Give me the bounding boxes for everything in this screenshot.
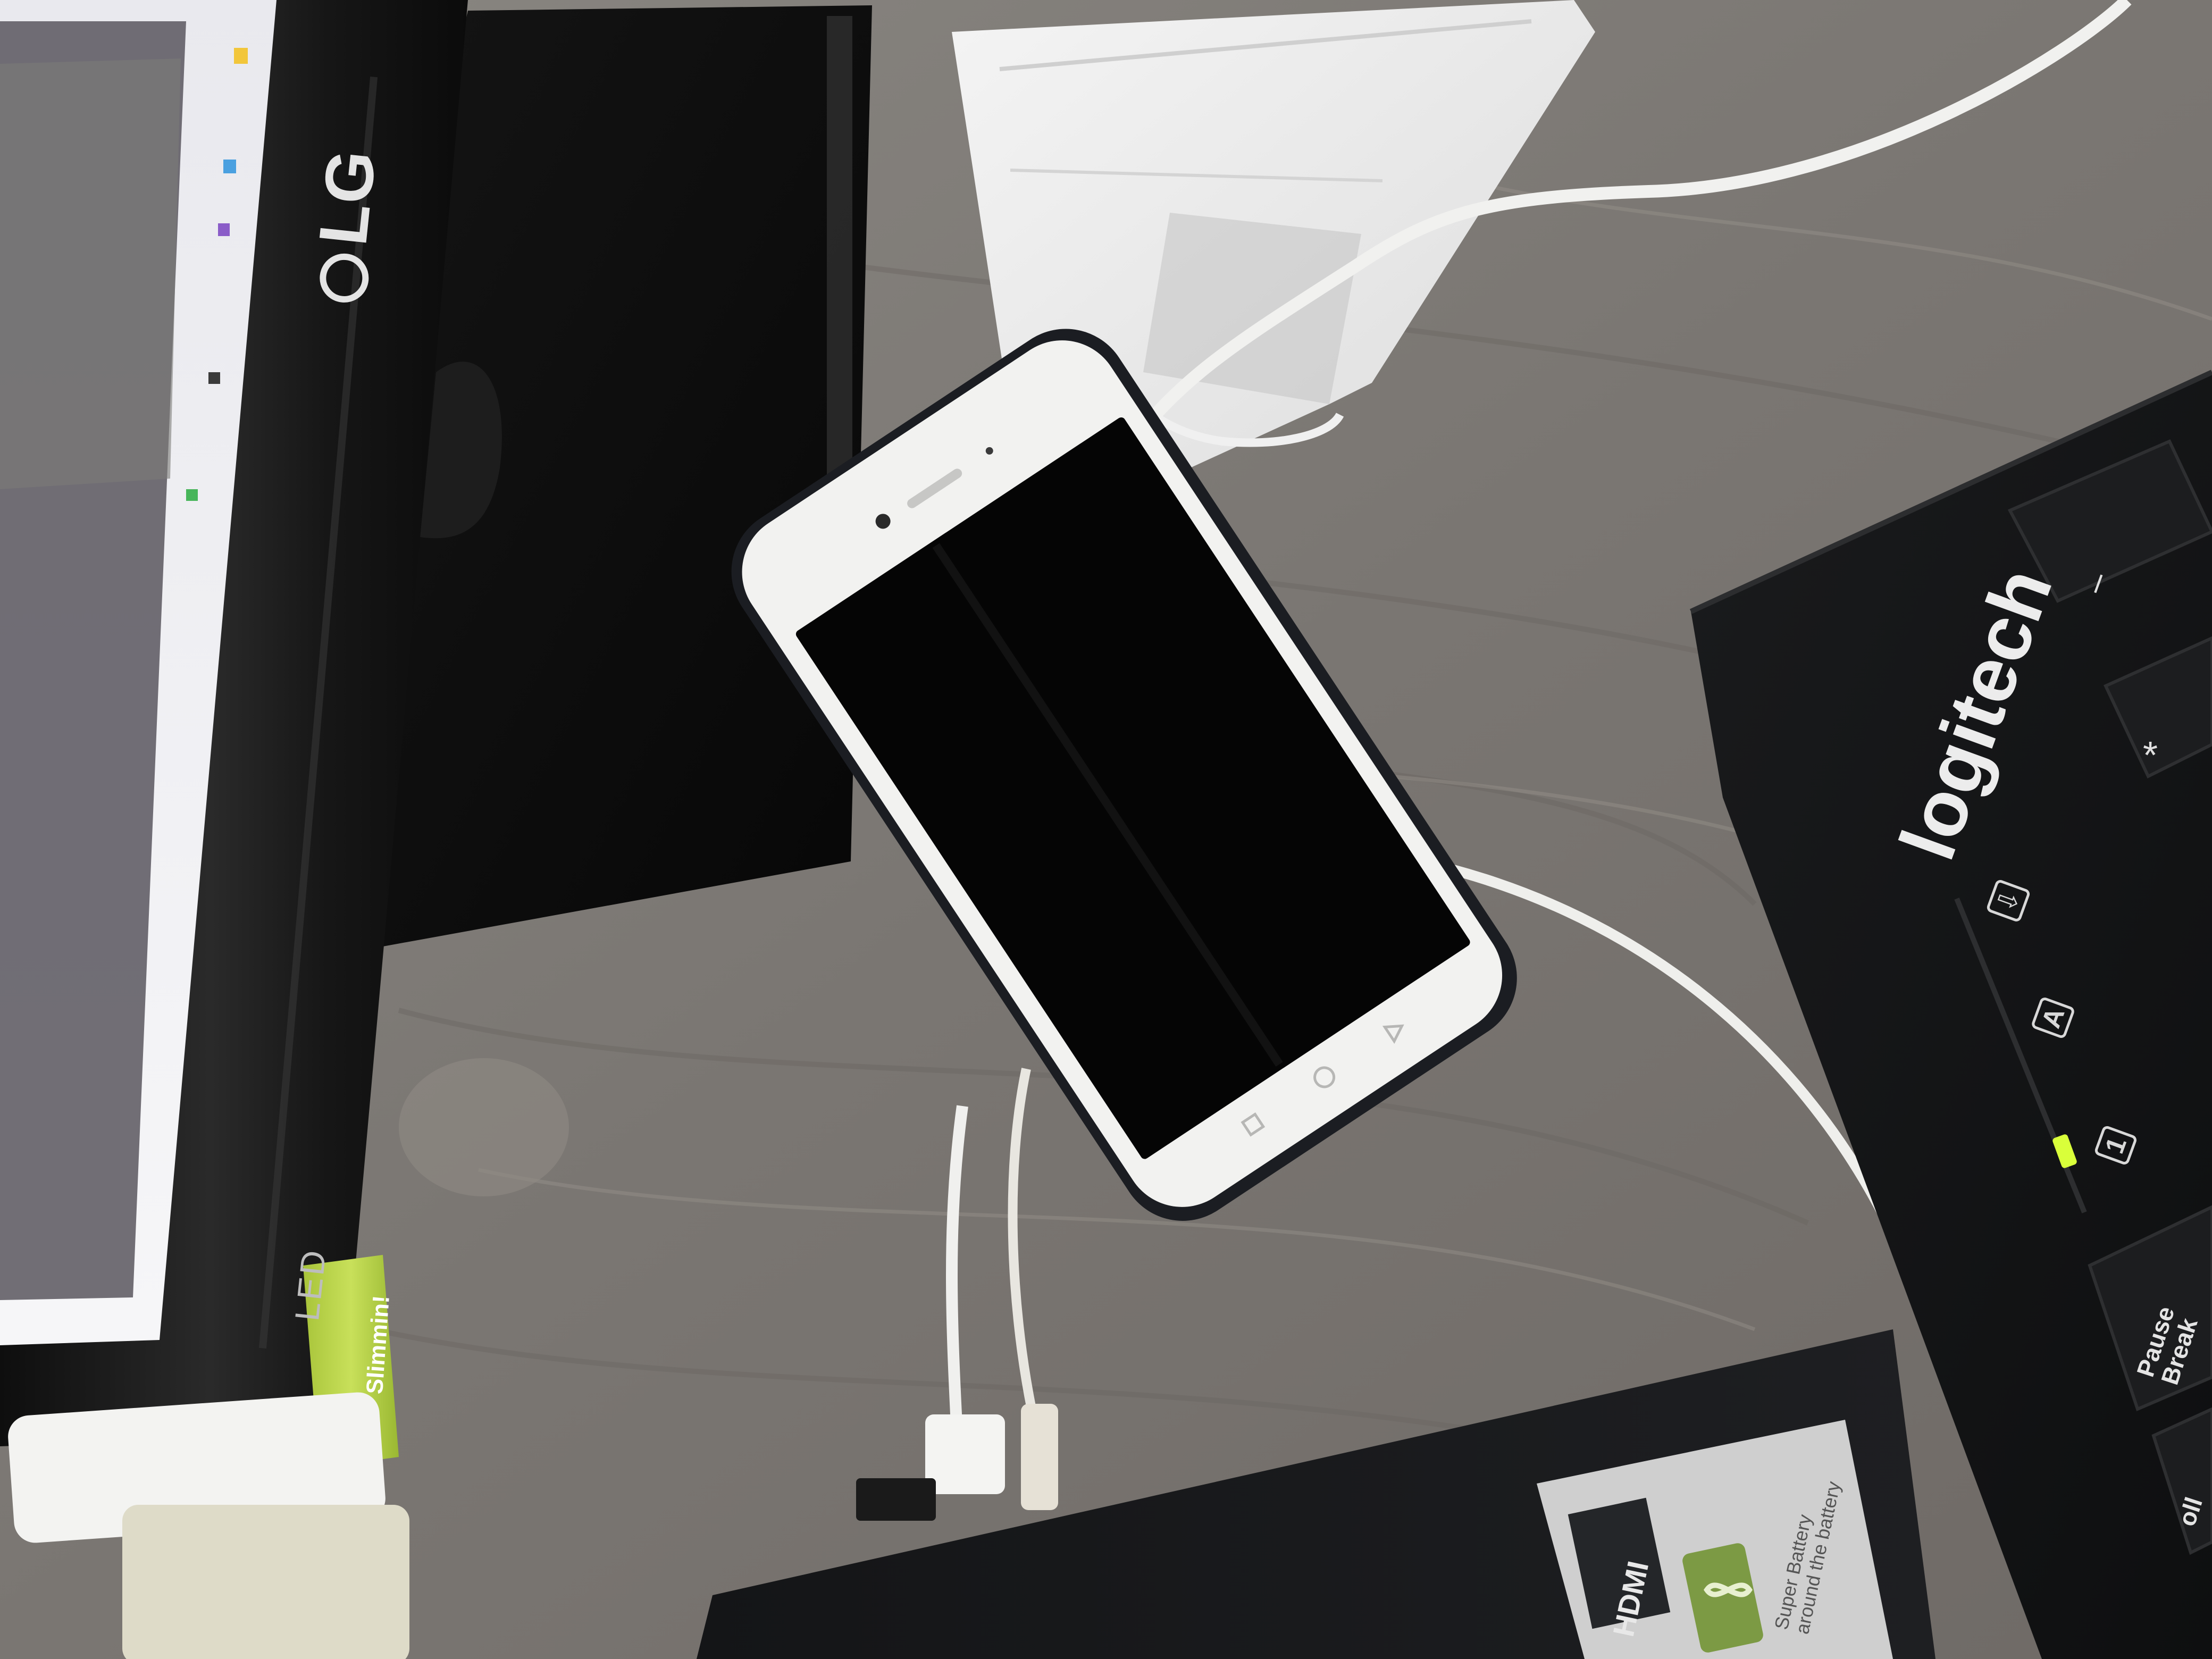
monitor-brand-logo: LG — [298, 147, 391, 306]
usb-plug — [925, 1414, 1005, 1494]
monitor-brand-text: LG — [305, 147, 391, 249]
tape-roll — [122, 1505, 409, 1659]
lg-logo-icon — [317, 251, 372, 305]
desk-photo-scene: LG LED Slimmin! logitech – * ⇩ A 1 Pause… — [0, 0, 2212, 1659]
key-asterisk-label: * — [2143, 734, 2158, 777]
monitor-led-badge: LED — [287, 1246, 333, 1323]
monitor-wallpaper-top — [0, 58, 181, 489]
desk-stain — [399, 1058, 569, 1196]
usb-plug-metal — [856, 1478, 936, 1521]
audio-plug — [1021, 1404, 1058, 1510]
mask-shadow — [1143, 213, 1361, 404]
